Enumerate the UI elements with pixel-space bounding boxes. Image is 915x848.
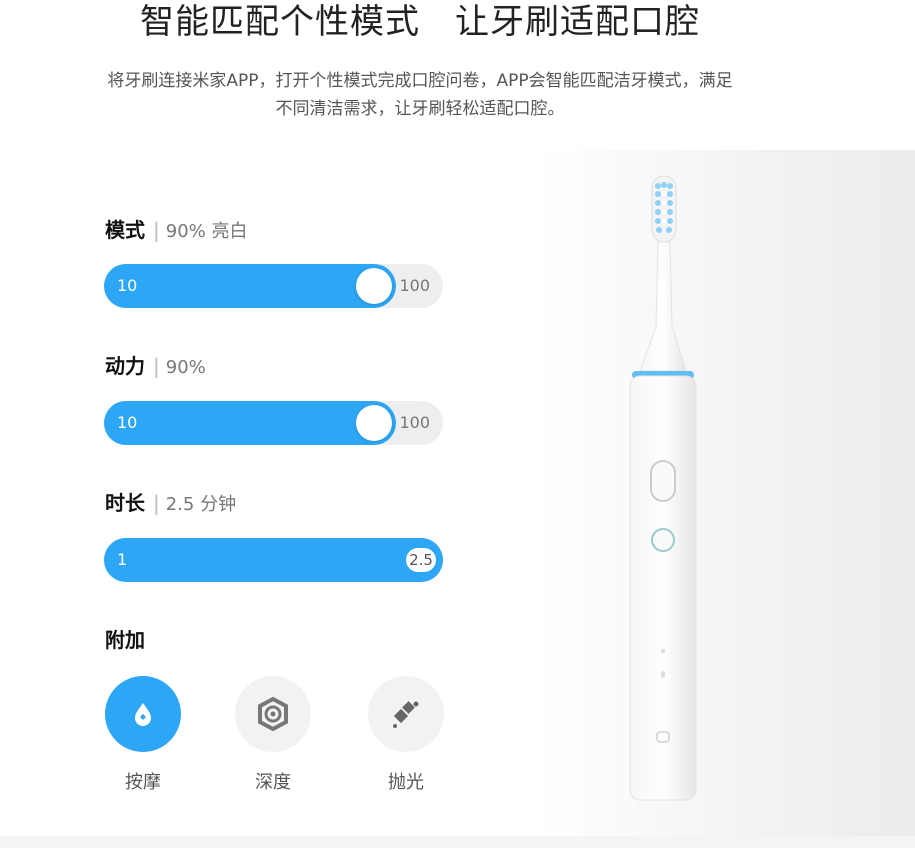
bottom-band (0, 836, 915, 848)
power-label-text: 动力 (105, 354, 145, 378)
power-slider-max: 100 (399, 413, 430, 432)
subcopy-line-2: 不同清洁需求，让牙刷轻松适配口腔。 (275, 99, 565, 119)
polish-icon (393, 701, 419, 728)
extra-polish-circle[interactable] (368, 676, 444, 752)
extra-massage-label: 按摩 (125, 772, 161, 793)
duration-slider-thumb[interactable]: 2.5 (406, 548, 436, 572)
power-label: 动力 | 90% (105, 354, 206, 378)
extra-deep[interactable]: 深度 (235, 676, 311, 794)
duration-slider[interactable]: 1 2.5 (104, 538, 443, 582)
power-slider[interactable]: 10 100 (104, 401, 443, 445)
mode-slider-max: 100 (399, 276, 430, 295)
duration-slider-min: 1 (117, 550, 128, 569)
power-value: 90% (165, 357, 206, 378)
power-slider-thumb[interactable] (356, 405, 392, 441)
power-slider-min: 10 (117, 413, 138, 432)
power-slider-fill (104, 401, 396, 445)
duration-label: 时长 | 2.5 分钟 (105, 491, 237, 515)
mode-value: 90% 亮白 (165, 221, 248, 242)
subcopy-line-1: 将牙刷连接米家APP，打开个性模式完成口腔问卷，APP会智能匹配洁牙模式，满足 (107, 71, 733, 91)
product-backdrop (540, 150, 915, 840)
mode-label: 模式 | 90% 亮白 (105, 218, 248, 242)
extras-title: 附加 (105, 628, 145, 652)
mode-slider-fill (104, 264, 396, 308)
deep-clean-icon (258, 696, 288, 732)
extra-deep-circle[interactable] (235, 676, 311, 752)
extra-deep-label: 深度 (255, 772, 291, 793)
duration-label-text: 时长 (105, 491, 145, 515)
subcopy: 将牙刷连接米家APP，打开个性模式完成口腔问卷，APP会智能匹配洁牙模式，满足 … (40, 67, 800, 123)
mode-slider[interactable]: 10 100 (104, 264, 443, 308)
mode-slider-min: 10 (117, 276, 138, 295)
headline: 智能匹配个性模式 让牙刷适配口腔 (140, 2, 700, 42)
duration-value: 2.5 分钟 (165, 494, 237, 515)
extra-polish-label: 抛光 (388, 772, 424, 793)
extra-polish[interactable]: 抛光 (368, 676, 444, 794)
extra-massage[interactable]: 按摩 (105, 676, 181, 794)
duration-slider-fill (104, 538, 443, 582)
massage-drop-icon (135, 703, 151, 726)
extra-massage-circle[interactable] (105, 676, 181, 752)
mode-label-text: 模式 (105, 218, 145, 242)
toothbrush-image (629, 176, 697, 801)
mode-slider-thumb[interactable] (356, 268, 392, 304)
